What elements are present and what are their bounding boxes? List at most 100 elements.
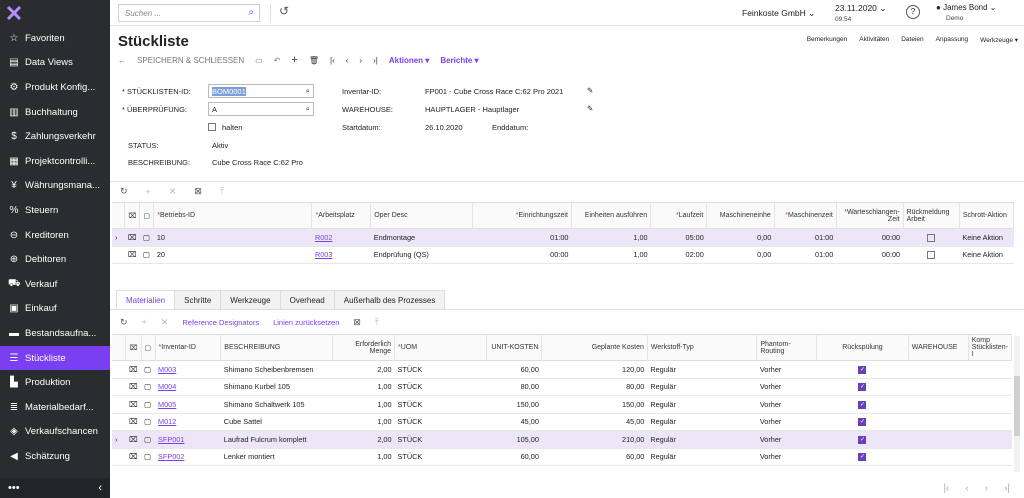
materials-scrollbar[interactable] xyxy=(1014,336,1020,472)
cell[interactable]: Cube Sattel xyxy=(220,413,333,431)
cell[interactable]: Regulär xyxy=(647,360,757,379)
note-icon[interactable]: ▢ xyxy=(141,378,156,396)
sidebar-item-2[interactable]: ⚙ Produkt Konfig... xyxy=(0,75,110,100)
cell[interactable]: Lenker montiert xyxy=(220,448,333,466)
column-header[interactable]: *Einrichtungszeit xyxy=(472,202,572,229)
column-header[interactable]: *UOM xyxy=(394,334,487,361)
cell[interactable]: 1,00 xyxy=(571,246,651,264)
cell[interactable] xyxy=(968,430,1012,449)
cell[interactable]: Shimano Scheibenbremsen xyxy=(220,360,333,379)
sidebar-item-8[interactable]: ⊖ Kreditoren xyxy=(0,223,110,248)
row-selector[interactable] xyxy=(112,246,125,264)
row-selector[interactable]: › xyxy=(112,228,125,247)
row-selector[interactable] xyxy=(112,395,126,414)
cell[interactable] xyxy=(968,395,1012,414)
cell[interactable]: Regulär xyxy=(647,413,757,431)
upload-icon[interactable]: ⤒ xyxy=(375,317,379,328)
note-icon[interactable]: ▢ xyxy=(141,448,156,466)
more-icon[interactable]: ••• xyxy=(8,482,20,494)
cell[interactable]: 120,00 xyxy=(541,360,648,379)
back-icon[interactable]: ← xyxy=(118,56,126,65)
column-header[interactable]: Erforderlich Menge xyxy=(332,334,396,361)
cell[interactable]: 01:00 xyxy=(774,228,837,247)
add-icon[interactable]: + xyxy=(291,54,297,66)
cell[interactable]: STÜCK xyxy=(394,360,487,379)
attach-icon[interactable]: ⌧ xyxy=(125,413,142,431)
tab-3[interactable]: Overhead xyxy=(279,290,335,310)
cell[interactable]: Regulär xyxy=(647,378,757,396)
page-link[interactable]: Dateien xyxy=(901,36,923,44)
lookup-icon[interactable]: ⌕ xyxy=(306,104,310,114)
refresh-icon[interactable]: ↻ xyxy=(120,186,128,197)
backflush-checkbox[interactable]: ✓ xyxy=(858,435,867,444)
sidebar-item-5[interactable]: ▦ Projektcontrolli... xyxy=(0,149,110,174)
row-selector[interactable] xyxy=(112,360,126,379)
company-selector[interactable]: Feinkoste GmbH ⌄ xyxy=(742,8,815,19)
table-row[interactable]: ⌧ ▢ 20 R003 Endprüfung (QS) 00:00 1,00 02… xyxy=(112,246,1014,264)
sidebar-item-3[interactable]: ▥ Buchhaltung xyxy=(0,100,110,125)
backflush-checkbox[interactable]: ✓ xyxy=(858,383,867,392)
cell[interactable] xyxy=(908,448,969,466)
table-row[interactable]: ⌧ ▢ M012 Cube Sattel 1,00 STÜCK 45,00 45,… xyxy=(112,413,1012,431)
sidebar-item-7[interactable]: % Steuern xyxy=(0,198,110,223)
cell[interactable]: Vorher xyxy=(756,360,817,379)
table-row[interactable]: ⌧ ▢ M004 Shimano Kurbel 105 1,00 STÜCK 80… xyxy=(112,378,1012,396)
sidebar-item-13[interactable]: ☰ Stückliste xyxy=(0,345,110,371)
prev-icon[interactable]: ‹ xyxy=(346,56,349,65)
cell[interactable]: 01:00 xyxy=(774,246,837,264)
column-header[interactable]: *Warteschlangen-Zeit xyxy=(836,202,904,229)
user-menu[interactable]: ● James Bond ⌄ Demo xyxy=(936,3,996,24)
cell[interactable]: 105,00 xyxy=(486,430,542,449)
delete-row-icon[interactable]: ✕ xyxy=(161,317,169,328)
upload-icon[interactable]: ⤒ xyxy=(220,186,224,197)
cell[interactable]: 00:00 xyxy=(472,246,572,264)
cell[interactable]: 1,00 xyxy=(332,395,395,414)
export-icon[interactable]: ⊠ xyxy=(353,317,361,328)
inventory-link[interactable]: M005 xyxy=(158,400,176,409)
hold-checkbox[interactable] xyxy=(208,123,216,131)
work-center-link[interactable]: R002 xyxy=(315,233,332,242)
cell[interactable]: Keine Aktion xyxy=(959,246,1014,264)
column-header[interactable]: Komp Stücklisten-I xyxy=(968,334,1013,361)
cell[interactable]: Endmontage xyxy=(370,228,473,247)
bom-id-field[interactable]: BOM0001 ⌕ xyxy=(208,84,314,98)
cell[interactable]: STÜCK xyxy=(394,378,487,396)
first-page-icon[interactable]: |‹ xyxy=(943,483,949,494)
revision-field[interactable]: A ⌕ xyxy=(208,102,314,116)
cell[interactable]: 1,00 xyxy=(571,228,651,247)
add-row-icon[interactable]: + xyxy=(142,317,147,327)
cell[interactable]: Regulär xyxy=(647,430,757,449)
attach-icon[interactable]: ⌧ xyxy=(124,228,140,247)
cell[interactable]: 05:00 xyxy=(650,228,707,247)
cell[interactable] xyxy=(908,413,969,431)
cell[interactable]: 60,00 xyxy=(541,448,648,466)
edit-inventory-icon[interactable]: ✎ xyxy=(587,86,593,95)
cell[interactable]: 1,00 xyxy=(332,413,395,431)
cell[interactable] xyxy=(908,360,969,379)
column-header[interactable]: Rückmeldung Arbeit xyxy=(903,202,960,229)
sidebar-item-6[interactable]: ¥ Währungsmana... xyxy=(0,174,110,199)
cell[interactable]: Vorher xyxy=(756,378,817,396)
attach-icon[interactable]: ⌧ xyxy=(125,360,142,379)
table-row[interactable]: ⌧ ▢ SFP002 Lenker montiert 1,00 STÜCK 60,… xyxy=(112,448,1012,466)
sidebar-item-1[interactable]: ▤ Data Views xyxy=(0,51,110,76)
cell[interactable]: 210,00 xyxy=(541,430,648,449)
column-header[interactable]: Einheiten ausführen xyxy=(571,202,652,229)
cell[interactable] xyxy=(968,413,1012,431)
inventory-link[interactable]: M012 xyxy=(158,417,176,426)
collapse-icon[interactable]: ‹ xyxy=(98,482,102,494)
search-icon[interactable]: ⌕ xyxy=(248,7,254,18)
page-link[interactable]: Anpassung xyxy=(936,36,969,44)
cell[interactable]: Vorher xyxy=(756,448,817,466)
page-link[interactable]: Aktivitäten xyxy=(859,36,889,44)
inventory-link[interactable]: M003 xyxy=(158,365,176,374)
page-link[interactable]: Werkzeuge ▾ xyxy=(980,36,1018,44)
column-header[interactable]: *Betriebs-ID xyxy=(153,202,313,229)
table-row[interactable]: › ⌧ ▢ 10 R002 Endmontage 01:00 1,00 05:00 … xyxy=(112,228,1014,247)
edit-warehouse-icon[interactable]: ✎ xyxy=(587,104,593,113)
cell[interactable]: 45,00 xyxy=(541,413,648,431)
delete-icon[interactable]: 🗑 xyxy=(309,56,319,65)
next-page-icon[interactable]: › xyxy=(985,483,988,494)
sidebar-item-17[interactable]: ◀ Schätzung xyxy=(0,444,110,469)
note-icon[interactable]: ▢ xyxy=(141,360,156,379)
